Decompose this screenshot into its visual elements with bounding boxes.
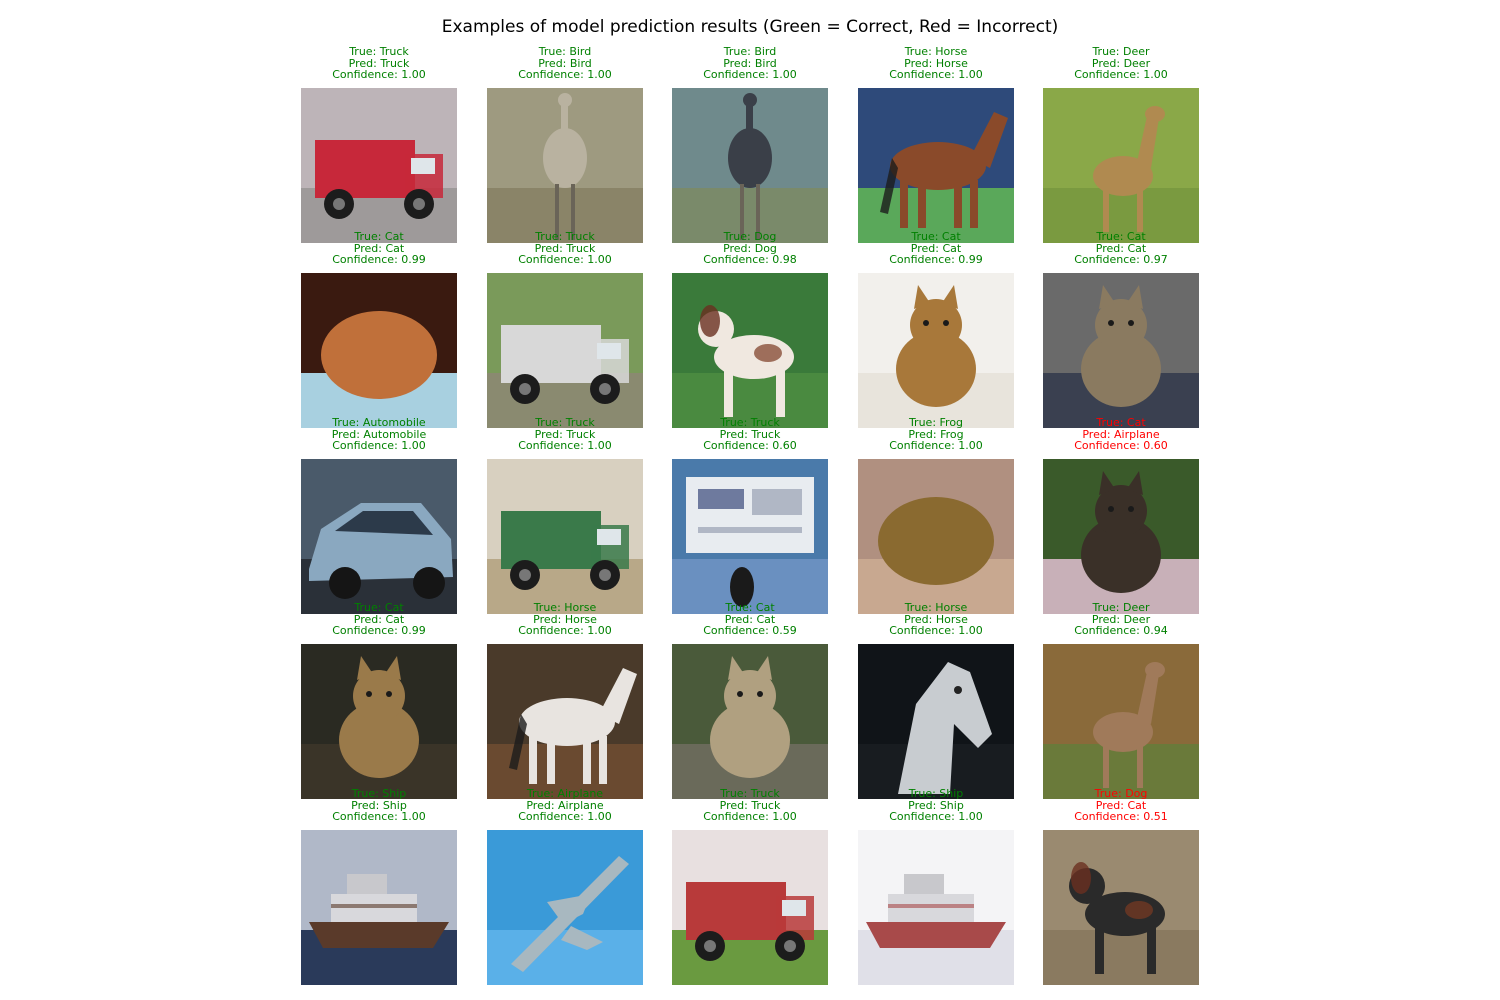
prediction-card: True: Frog Pred: Frog Confidence: 1.00: [858, 417, 1014, 617]
prediction-grid: True: Truck Pred: Truck Confidence: 1.00 Tr…: [0, 0, 1500, 1000]
sample-image: [487, 830, 643, 985]
sleeping-orange-cat-image: [301, 273, 457, 428]
prediction-card: True: Cat Pred: Airplane Confidence: 0.60: [1043, 417, 1199, 617]
red-lorry-image: [672, 830, 828, 985]
sample-image: [1043, 88, 1199, 243]
prediction-caption: True: Cat Pred: Airplane Confidence: 0.60: [1003, 417, 1239, 452]
sample-image: [1043, 830, 1199, 985]
red-fire-truck-image: [301, 88, 457, 243]
spotted-dog-image: [672, 273, 828, 428]
airplane-in-sky-image: [487, 830, 643, 985]
confidence-label: Confidence: 0.51: [1074, 810, 1168, 824]
prediction-card: True: Horse Pred: Horse Confidence: 1.00: [858, 602, 1014, 802]
tabby-cat-image: [858, 273, 1014, 428]
prediction-card: True: Deer Pred: Deer Confidence: 0.94: [1043, 602, 1199, 802]
confidence-label: Confidence: 1.00: [1074, 68, 1168, 82]
sample-image: [1043, 459, 1199, 614]
sample-image: [487, 88, 643, 243]
prediction-card: True: Cat Pred: Cat Confidence: 0.99: [301, 231, 457, 431]
sample-image: [672, 273, 828, 428]
prediction-card: True: Dog Pred: Dog Confidence: 0.98: [672, 231, 828, 431]
prediction-card: True: Automobile Pred: Automobile Confiden…: [301, 417, 457, 617]
ostrich-standing-image: [672, 88, 828, 243]
prediction-card: True: Ship Pred: Ship Confidence: 1.00: [858, 788, 1014, 988]
prediction-caption: True: Deer Pred: Deer Confidence: 0.94: [1003, 602, 1239, 637]
prediction-card: True: Bird Pred: Bird Confidence: 1.00: [672, 46, 828, 246]
prediction-card: True: Truck Pred: Truck Confidence: 1.00: [672, 788, 828, 988]
true-label: True: Deer: [1092, 601, 1150, 614]
prediction-caption: True: Deer Pred: Deer Confidence: 1.00: [1003, 46, 1239, 81]
ostrich-closeup-image: [487, 88, 643, 243]
true-label: True: Dog: [1094, 787, 1148, 800]
sample-image: [858, 273, 1014, 428]
prediction-card: True: Horse Pred: Horse Confidence: 1.00: [487, 602, 643, 802]
sample-image: [672, 644, 828, 799]
sample-image: [858, 88, 1014, 243]
cat-indoors-image: [1043, 273, 1199, 428]
deer-face-image: [1043, 644, 1199, 799]
sample-image: [301, 644, 457, 799]
sample-image: [858, 644, 1014, 799]
confidence-label: Confidence: 0.60: [1074, 439, 1168, 453]
sample-image: [301, 459, 457, 614]
dump-truck-image: [487, 273, 643, 428]
cargo-ship-image: [301, 830, 457, 985]
sample-image: [301, 88, 457, 243]
prediction-card: True: Cat Pred: Cat Confidence: 0.99: [858, 231, 1014, 431]
sample-image: [1043, 273, 1199, 428]
prediction-caption: True: Dog Pred: Cat Confidence: 0.51: [1003, 788, 1239, 823]
prediction-card: True: Truck Pred: Truck Confidence: 1.00: [487, 417, 643, 617]
prediction-card: True: Truck Pred: Truck Confidence: 0.60: [672, 417, 828, 617]
true-label: True: Cat: [1096, 416, 1146, 429]
cat-on-car-image: [1043, 459, 1199, 614]
sample-image: [858, 830, 1014, 985]
prediction-card: True: Truck Pred: Truck Confidence: 1.00: [301, 46, 457, 246]
blue-car-image: [301, 459, 457, 614]
prediction-card: True: Truck Pred: Truck Confidence: 1.00: [487, 231, 643, 431]
prediction-card: True: Dog Pred: Cat Confidence: 0.51: [1043, 788, 1199, 988]
sample-image: [301, 830, 457, 985]
prediction-card: True: Ship Pred: Ship Confidence: 1.00: [301, 788, 457, 988]
prediction-card: True: Cat Pred: Cat Confidence: 0.99: [301, 602, 457, 802]
deer-in-grass-image: [1043, 88, 1199, 243]
sample-image: [672, 830, 828, 985]
cat-with-sign-image: [301, 644, 457, 799]
sample-image: [672, 459, 828, 614]
prediction-card: True: Airplane Pred: Airplane Confidence: …: [487, 788, 643, 988]
sample-image: [487, 644, 643, 799]
white-horse-head-image: [858, 644, 1014, 799]
sample-image: [487, 273, 643, 428]
sample-image: [672, 88, 828, 243]
prediction-card: True: Horse Pred: Horse Confidence: 1.00: [858, 46, 1014, 246]
billboard-truck-image: [672, 459, 828, 614]
prediction-caption: True: Cat Pred: Cat Confidence: 0.97: [1003, 231, 1239, 266]
sample-image: [858, 459, 1014, 614]
prediction-card: True: Cat Pred: Cat Confidence: 0.97: [1043, 231, 1199, 431]
striped-ship-image: [858, 830, 1014, 985]
green-garbage-truck-image: [487, 459, 643, 614]
white-horse-rider-image: [487, 644, 643, 799]
sample-image: [487, 459, 643, 614]
frog-in-hand-image: [858, 459, 1014, 614]
brown-horse-image: [858, 88, 1014, 243]
cat-outdoors-image: [672, 644, 828, 799]
true-label: True: Cat: [1096, 230, 1146, 243]
black-dog-on-ground-image: [1043, 830, 1199, 985]
sample-image: [1043, 644, 1199, 799]
true-label: True: Deer: [1092, 45, 1150, 58]
prediction-card: True: Bird Pred: Bird Confidence: 1.00: [487, 46, 643, 246]
sample-image: [301, 273, 457, 428]
prediction-card: True: Deer Pred: Deer Confidence: 1.00: [1043, 46, 1199, 246]
confidence-label: Confidence: 0.97: [1074, 253, 1168, 267]
confidence-label: Confidence: 0.94: [1074, 624, 1168, 638]
prediction-card: True: Cat Pred: Cat Confidence: 0.59: [672, 602, 828, 802]
